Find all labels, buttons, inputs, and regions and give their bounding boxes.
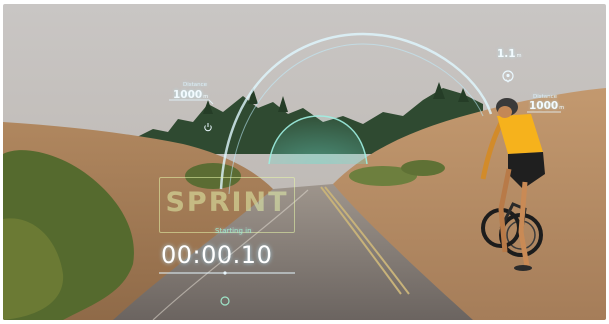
large-hud-arc <box>219 32 493 190</box>
location-pin-icon <box>502 70 514 83</box>
left-distance-value: 1000m <box>173 89 209 101</box>
left-distance-unit: m <box>203 94 209 100</box>
ar-cycling-scene: Distance 1000m Distance 1000m 1.1m SPRIN… <box>3 4 606 320</box>
checkpoint-dome <box>269 116 367 164</box>
countdown-label: Starting in <box>215 227 252 235</box>
right-distance-value: 1000m <box>529 100 565 112</box>
marker-distance-value: 1.1m <box>497 48 522 60</box>
sprint-mode-label: SPRINT <box>165 187 289 218</box>
right-distance-unit: m <box>559 105 565 111</box>
power-icon <box>204 123 212 132</box>
left-distance-label: Distance <box>183 82 208 88</box>
sprint-mode-box: SPRINT <box>159 177 295 233</box>
center-dot-icon <box>220 296 230 306</box>
marker-distance-unit: m <box>516 53 522 59</box>
countdown-timer: 00:00.10 <box>161 241 273 269</box>
